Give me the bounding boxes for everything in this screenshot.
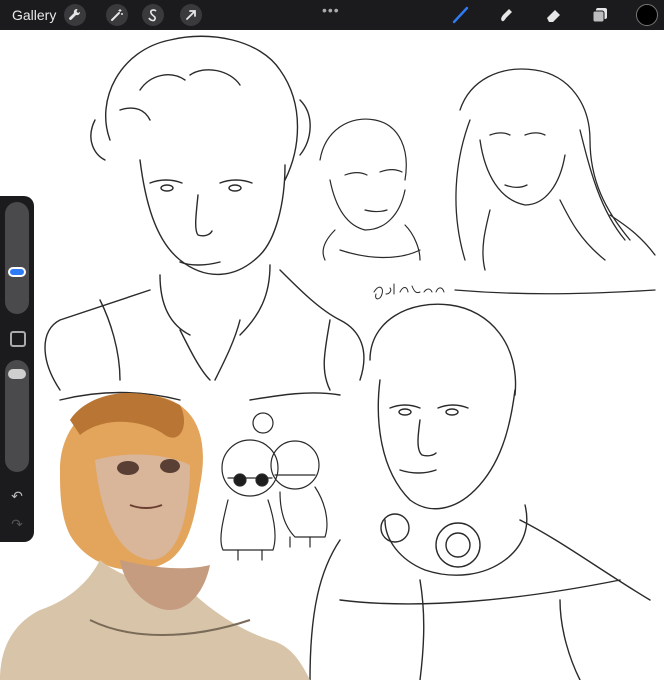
brush-tool-button[interactable]	[450, 4, 472, 26]
sketch-chibi-pair	[220, 412, 328, 561]
opacity-slider[interactable]	[5, 360, 29, 472]
smudge-icon	[501, 9, 512, 22]
actions-button[interactable]	[64, 4, 86, 26]
sketch-portrait-long-hair	[454, 68, 656, 295]
layers-button[interactable]	[589, 4, 611, 26]
adjustments-button[interactable]	[106, 4, 128, 26]
selection-button[interactable]	[142, 4, 164, 26]
wrench-icon	[69, 8, 81, 20]
transform-button[interactable]	[180, 4, 202, 26]
undo-button[interactable]: ↶	[9, 488, 25, 504]
more-options-icon[interactable]: •••	[322, 2, 340, 18]
brush-size-knob[interactable]	[8, 267, 26, 278]
painted-portrait-blond	[0, 393, 310, 680]
sketch-portrait-curly-hair	[44, 35, 365, 401]
opacity-knob[interactable]	[8, 368, 26, 379]
smudge-tool-button[interactable]	[496, 4, 518, 26]
transform-arrow-icon	[186, 10, 196, 20]
gallery-button[interactable]: Gallery	[12, 7, 56, 23]
left-sidebar: ↶ ↷	[0, 196, 34, 542]
redo-button[interactable]: ↷	[9, 516, 25, 532]
sketch-portrait-headphones	[309, 303, 651, 680]
brush-icon	[452, 6, 469, 24]
top-toolbar: Gallery •••	[0, 0, 664, 30]
brush-size-slider[interactable]	[5, 202, 29, 314]
selection-icon	[148, 9, 157, 22]
modify-button[interactable]	[10, 331, 26, 347]
eraser-icon	[547, 10, 560, 22]
magic-wand-icon	[111, 9, 123, 21]
signature-scribble	[373, 283, 445, 300]
sketch-portrait-small	[319, 118, 421, 261]
eraser-tool-button[interactable]	[543, 4, 565, 26]
drawing-canvas[interactable]	[0, 30, 664, 680]
color-picker-button[interactable]	[636, 4, 658, 26]
layers-icon	[592, 8, 607, 23]
